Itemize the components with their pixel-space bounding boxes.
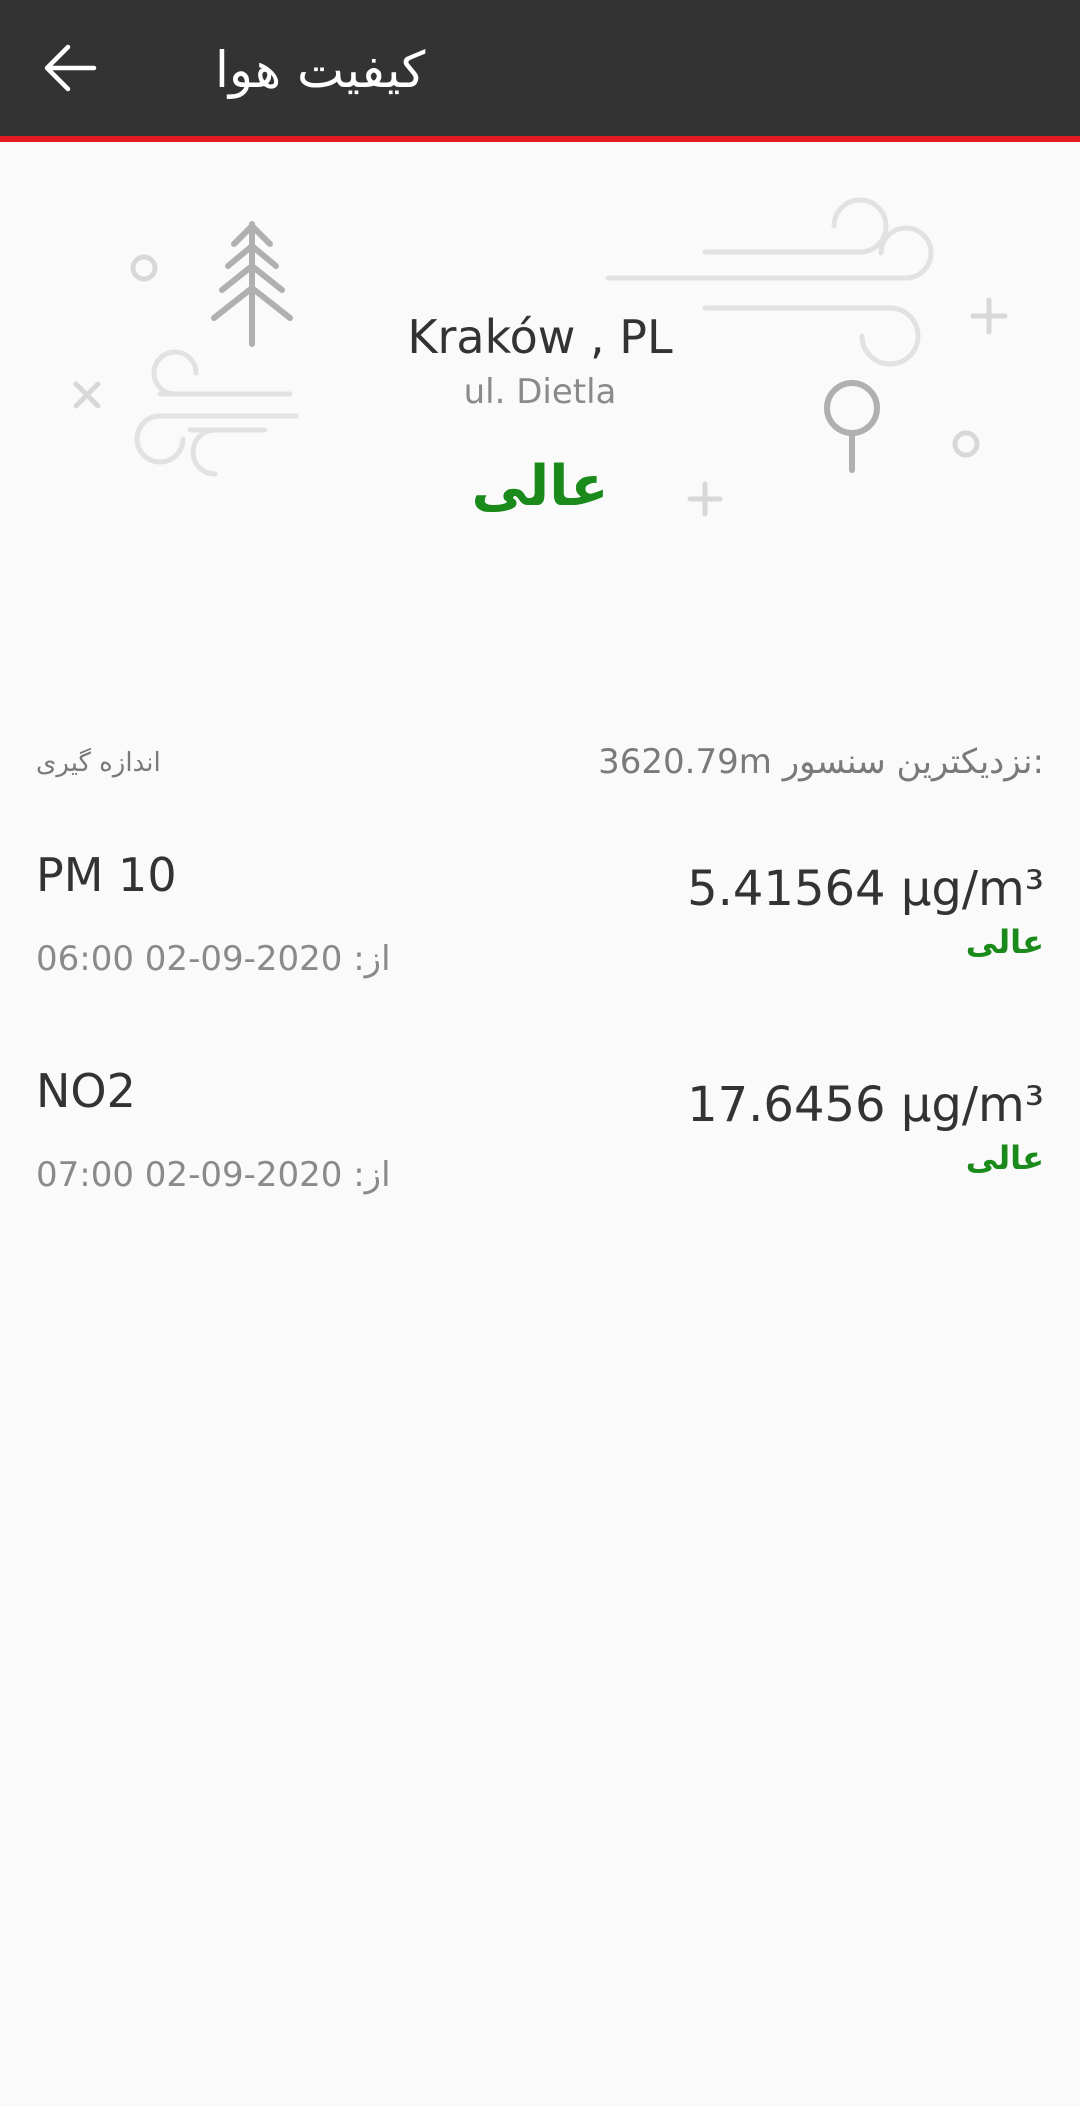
measurement-time: از: 2020-09-02 07:00 — [36, 1155, 391, 1195]
pollutant-value: 5.41564 µg/m³ — [687, 861, 1044, 917]
reading-row: PM 10 از: 2020-09-02 06:00 5.41564 µg/m³… — [36, 845, 1044, 1015]
weather-decoration — [73, 197, 1008, 517]
pollutant-name: PM 10 — [36, 848, 177, 902]
arrow-left-icon — [44, 44, 97, 92]
page-title: کیفیت هوا — [215, 41, 426, 99]
measurement-time: از: 2020-09-02 06:00 — [36, 939, 391, 979]
location-summary: Kraków , PL ul. Dietla عالی — [0, 142, 1080, 702]
street-name: ul. Dietla — [463, 372, 617, 412]
pollutant-name: NO2 — [36, 1064, 136, 1118]
city-name: Kraków , PL — [407, 310, 673, 364]
reading-row: NO2 از: 2020-09-02 07:00 17.6456 µg/m³ ع… — [36, 1061, 1044, 1231]
pollutant-quality: عالی — [965, 923, 1044, 961]
nearest-sensor-distance: 3620.79m نزدیکترین سنسور: — [598, 742, 1044, 782]
app-bar: کیفیت هوا — [0, 0, 1080, 142]
pollutant-quality: عالی — [965, 1139, 1044, 1177]
overall-quality: عالی — [471, 454, 609, 519]
sensor-info: اندازه گیری 3620.79m نزدیکترین سنسور: — [36, 742, 1044, 792]
circle-decoration-icon — [130, 254, 158, 282]
measurement-label: اندازه گیری — [36, 748, 161, 778]
pollutant-value: 17.6456 µg/m³ — [687, 1077, 1044, 1133]
back-button[interactable] — [30, 28, 110, 108]
